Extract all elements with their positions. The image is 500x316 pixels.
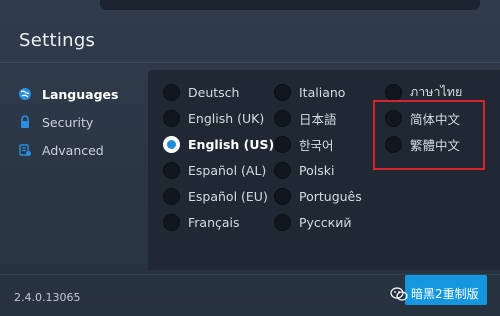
language-option-japanese[interactable]: 日本語 bbox=[274, 108, 337, 128]
radio-button[interactable] bbox=[163, 213, 180, 231]
advanced-settings-icon bbox=[18, 143, 32, 157]
language-option-english-us[interactable]: English (US) bbox=[163, 134, 274, 154]
window-top-strip bbox=[100, 0, 480, 10]
language-option-polski[interactable]: Polski bbox=[274, 160, 334, 180]
radio-button[interactable] bbox=[385, 83, 402, 101]
language-label: Italiano bbox=[299, 84, 346, 100]
sidebar-item-advanced[interactable]: Advanced bbox=[18, 136, 143, 164]
settings-window: Settings Languages Security Advanced Deu… bbox=[0, 0, 500, 316]
radio-button[interactable] bbox=[274, 213, 291, 231]
language-option-portugues[interactable]: Português bbox=[274, 186, 362, 206]
language-option-francais[interactable]: Français bbox=[163, 212, 240, 232]
sidebar-item-label: Security bbox=[42, 114, 94, 130]
language-option-deutsch[interactable]: Deutsch bbox=[163, 82, 239, 102]
wechat-logo-icon bbox=[390, 286, 408, 301]
language-option-english-uk[interactable]: English (UK) bbox=[163, 108, 264, 128]
sidebar-item-label: Languages bbox=[42, 86, 119, 102]
language-option-espanol-al[interactable]: Español (AL) bbox=[163, 160, 266, 180]
language-label: 日本語 bbox=[299, 111, 337, 127]
language-label: ภาษาไทย bbox=[410, 84, 463, 99]
sidebar: Languages Security Advanced bbox=[18, 80, 143, 164]
radio-button[interactable] bbox=[163, 161, 180, 179]
language-option-italiano[interactable]: Italiano bbox=[274, 82, 345, 102]
language-label: Français bbox=[188, 214, 240, 230]
sidebar-item-languages[interactable]: Languages bbox=[18, 80, 143, 108]
watermark: 暗黑2重制版 bbox=[390, 285, 479, 302]
language-label: Español (EU) bbox=[188, 188, 268, 204]
radio-button[interactable] bbox=[274, 109, 291, 127]
language-label: Español (AL) bbox=[188, 162, 267, 178]
radio-button[interactable] bbox=[163, 83, 180, 101]
radio-button[interactable] bbox=[274, 161, 291, 179]
radio-button[interactable] bbox=[163, 187, 180, 205]
language-label: Русский bbox=[299, 214, 352, 230]
lock-icon bbox=[18, 115, 32, 129]
language-label: English (US) bbox=[188, 136, 275, 152]
watermark-text: 暗黑2重制版 bbox=[411, 287, 479, 301]
language-label: Português bbox=[299, 188, 362, 204]
sidebar-item-label: Advanced bbox=[42, 142, 104, 158]
language-option-russian[interactable]: Русский bbox=[274, 212, 351, 232]
language-option-thai[interactable]: ภาษาไทย bbox=[385, 82, 462, 102]
language-label: Deutsch bbox=[188, 84, 240, 100]
language-label: 한국어 bbox=[299, 137, 334, 153]
radio-button[interactable] bbox=[274, 83, 291, 101]
language-label: Polski bbox=[299, 162, 335, 178]
sidebar-item-security[interactable]: Security bbox=[18, 108, 143, 136]
page-title: Settings bbox=[19, 30, 96, 51]
language-option-espanol-eu[interactable]: Español (EU) bbox=[163, 186, 268, 206]
version-label: 2.4.0.13065 bbox=[14, 291, 81, 304]
language-option-korean[interactable]: 한국어 bbox=[274, 134, 334, 154]
language-label: English (UK) bbox=[188, 110, 265, 126]
chinese-options-highlight bbox=[373, 100, 485, 170]
globe-icon bbox=[18, 87, 32, 101]
radio-button[interactable] bbox=[163, 109, 180, 127]
radio-button-selected[interactable] bbox=[163, 135, 180, 153]
radio-button[interactable] bbox=[274, 135, 291, 153]
radio-button[interactable] bbox=[274, 187, 291, 205]
title-divider bbox=[0, 62, 500, 63]
